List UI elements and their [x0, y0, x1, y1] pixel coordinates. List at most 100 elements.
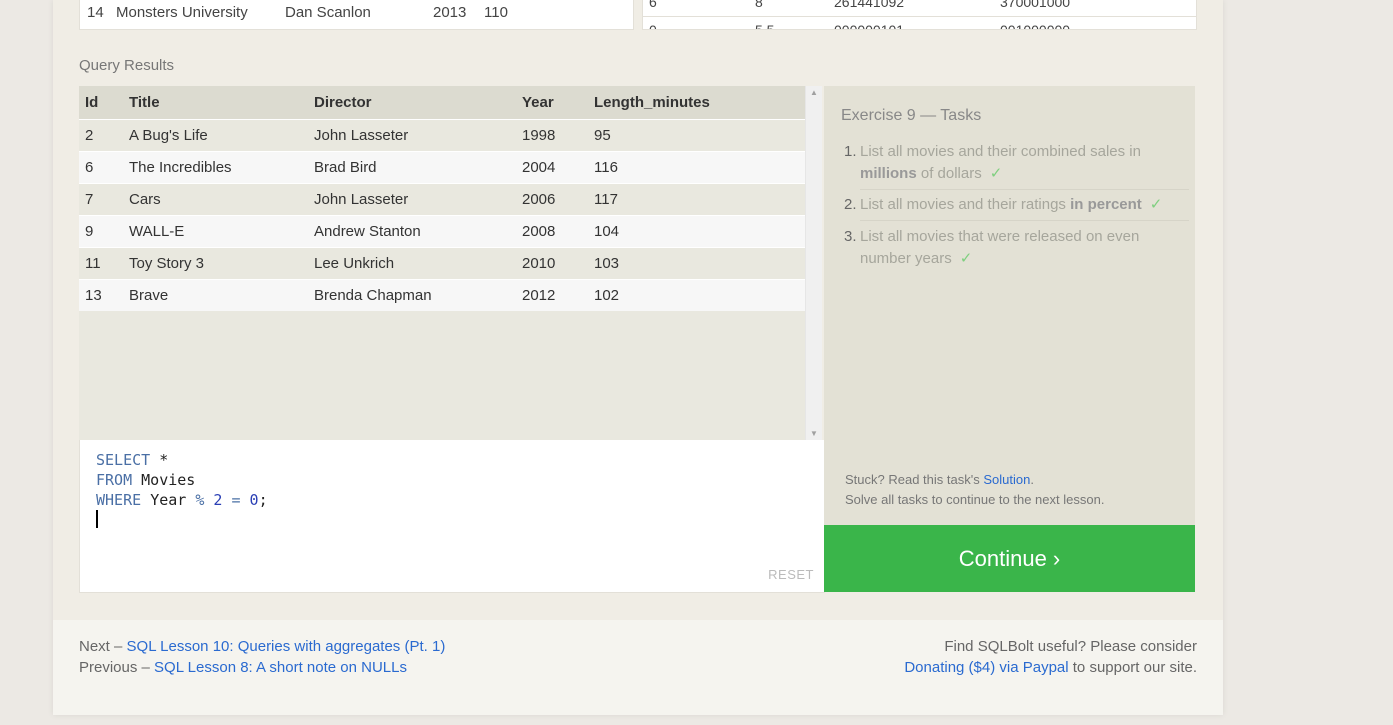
task-item: 1. List all movies and their combined sa… [841, 141, 1189, 185]
task-number: 3. [844, 228, 857, 245]
solution-link[interactable]: Solution [983, 472, 1030, 487]
cell-id: 9 [85, 223, 94, 240]
sql-token: * [159, 451, 169, 469]
cell-length: 102 [594, 287, 620, 304]
col-id: Id [85, 94, 99, 111]
table-row: 6 The Incredibles Brad Bird 2004 116 [79, 151, 806, 183]
movies-table-partial: 14 Monsters University Dan Scanlon 2013 … [79, 0, 634, 30]
col-director: Director [314, 94, 372, 111]
cell: 8 [755, 0, 763, 10]
table-row: 6 8 261441092 370001000 [643, 0, 1196, 12]
cell-title: Brave [129, 287, 169, 304]
cell-title: Toy Story 3 [129, 255, 205, 272]
cell-title: WALL-E [129, 223, 185, 240]
table-row: 14 Monsters University Dan Scanlon 2013 … [80, 4, 633, 24]
query-results-table[interactable]: Id Title Director Year Length_minutes 2 … [79, 86, 822, 440]
table-row: 2 A Bug's Life John Lasseter 1998 95 [79, 119, 806, 151]
cell-id: 14 [87, 4, 104, 21]
sql-token: Movies [141, 471, 196, 489]
previous-lesson-link[interactable]: SQL Lesson 8: A short note on NULLs [154, 659, 407, 676]
cell: 000000101 [834, 22, 905, 30]
cell-director: Brad Bird [314, 159, 377, 176]
cell-id: 2 [85, 127, 94, 144]
reset-button[interactable]: RESET [768, 567, 814, 582]
cell-title: A Bug's Life [129, 127, 208, 144]
cell-length: 103 [594, 255, 620, 272]
sql-keyword: SELECT [96, 451, 151, 469]
cell: 370001000 [1000, 0, 1071, 10]
check-icon: ✓ [1149, 196, 1163, 213]
sql-code[interactable]: SELECT * FROM Movies WHERE Year % 2 = 0; [96, 450, 268, 510]
cell-length: 104 [594, 223, 620, 240]
exercise-tasks-panel: Exercise 9 — Tasks 1. List all movies an… [824, 86, 1195, 525]
cell-id: 6 [85, 159, 94, 176]
sql-operator: % [195, 491, 205, 509]
query-results-label: Query Results [79, 57, 175, 74]
sql-number: 0 [249, 491, 259, 509]
cell: 6 [649, 0, 657, 10]
text-cursor [96, 510, 98, 528]
cell-length: 95 [594, 127, 611, 144]
task-emphasis: millions [860, 165, 917, 182]
task-item: 2. List all movies and their ratings in … [841, 194, 1189, 216]
cell-director: Andrew Stanton [314, 223, 421, 240]
cell: 0 [649, 22, 657, 30]
cell-director: John Lasseter [314, 191, 409, 208]
cell-id: 13 [85, 287, 102, 304]
sql-editor[interactable]: SELECT * FROM Movies WHERE Year % 2 = 0;… [79, 440, 825, 593]
cell-length: 110 [484, 4, 508, 21]
support-text: to support our site. [1072, 659, 1197, 676]
col-length: Length_minutes [594, 94, 710, 111]
cell-year: 2010 [522, 255, 556, 272]
cell-director: John Lasseter [314, 127, 409, 144]
results-scrollbar[interactable]: ▲ ▼ [805, 86, 822, 440]
cell: 001000000 [1000, 22, 1071, 30]
donate-link[interactable]: Donating ($4) via Paypal [904, 659, 1068, 676]
cell-year: 1998 [522, 127, 556, 144]
task-number: 2. [844, 196, 857, 213]
task-emphasis: in percent [1070, 196, 1142, 213]
support-note: Find SQLBolt useful? Please consider Don… [904, 636, 1197, 678]
task-item: 3. List all movies that were released on… [841, 226, 1189, 270]
scroll-down-arrow-icon[interactable]: ▼ [806, 429, 822, 438]
task-number: 1. [844, 143, 857, 160]
cell-length: 116 [594, 159, 618, 176]
table-row: 11 Toy Story 3 Lee Unkrich 2010 103 [79, 247, 806, 279]
scroll-up-arrow-icon[interactable]: ▲ [806, 88, 822, 97]
task-text: List all movies and their ratings [860, 196, 1066, 213]
cell-title: Monsters University [116, 4, 248, 21]
lesson-footer: Next – SQL Lesson 10: Queries with aggre… [53, 620, 1223, 715]
cell-year: 2008 [522, 223, 556, 240]
cell-director: Lee Unkrich [314, 255, 395, 272]
col-year: Year [522, 94, 554, 111]
sql-token: ; [258, 491, 268, 509]
lesson-navigation: Next – SQL Lesson 10: Queries with aggre… [79, 636, 445, 678]
sql-operator: = [231, 491, 241, 509]
boxoffice-table-partial: 6 8 261441092 370001000 0 5.5 000000101 … [642, 0, 1197, 30]
cell: 5.5 [755, 22, 775, 30]
help-text: Stuck? Read this task's [845, 472, 980, 487]
task-text: List all movies and their combined sales… [860, 143, 1141, 160]
task-text: of dollars [920, 165, 982, 182]
cell-year: 2012 [522, 287, 556, 304]
cell-id: 7 [85, 191, 94, 208]
cell-title: The Incredibles [129, 159, 232, 176]
continue-button[interactable]: Continue › [824, 525, 1195, 592]
cell-title: Cars [129, 191, 161, 208]
sql-keyword: WHERE [96, 491, 142, 509]
next-lesson-link[interactable]: SQL Lesson 10: Queries with aggregates (… [127, 638, 446, 655]
cell-director: Dan Scanlon [285, 4, 371, 21]
cell-director: Brenda Chapman [314, 287, 432, 304]
table-row: 0 5.5 000000101 001000000 [643, 22, 1196, 30]
check-icon: ✓ [989, 165, 1003, 182]
cell-year: 2004 [522, 159, 556, 176]
cell: 261441092 [834, 0, 905, 10]
table-row: 9 WALL-E Andrew Stanton 2008 104 [79, 215, 806, 247]
task-text: List all movies that were released on ev… [860, 228, 1140, 267]
nav-prefix: Next – [79, 638, 123, 655]
sql-number: 2 [213, 491, 223, 509]
sql-keyword: FROM [96, 471, 133, 489]
cell-year: 2013 [433, 4, 467, 21]
help-text: . [1030, 472, 1034, 487]
support-text: Find SQLBolt useful? Please consider [944, 638, 1197, 655]
